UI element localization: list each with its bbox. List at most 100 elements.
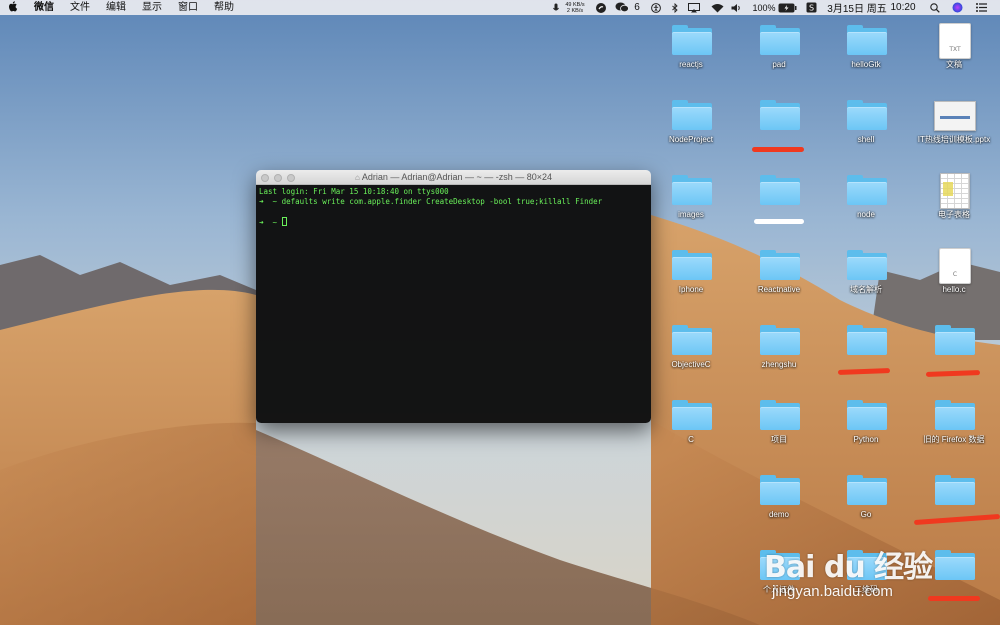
desktop-item-label: ObjectiveC — [671, 360, 711, 369]
desktop-item-folder[interactable] — [823, 321, 909, 387]
menu-help[interactable]: 帮助 — [206, 0, 242, 15]
desktop-item-label: NodeProject — [668, 135, 714, 144]
bluetooth-icon[interactable] — [670, 2, 679, 13]
folder-icon — [760, 100, 800, 130]
screen-mirror-icon[interactable] — [688, 2, 700, 13]
menu-edit[interactable]: 编辑 — [98, 0, 134, 15]
desktop-item-label: Reactnative — [757, 285, 801, 294]
menu-app-name[interactable]: 微信 — [26, 0, 62, 15]
desktop-item-folder[interactable]: node — [823, 171, 909, 237]
desktop-item-label: Python — [853, 435, 879, 444]
desktop-item-folder[interactable]: 项目 — [736, 396, 822, 462]
folder-icon — [760, 400, 800, 430]
desktop-item-label: 项目 — [771, 435, 787, 444]
menubar-time[interactable]: 10:20 — [888, 2, 918, 13]
folder-icon — [672, 250, 712, 280]
desktop-item-folder[interactable] — [736, 171, 822, 237]
desktop-item-folder[interactable] — [736, 96, 822, 162]
c-source-file-icon: C — [939, 248, 971, 284]
pptx-file-icon — [934, 101, 976, 131]
desktop-item-xls[interactable]: 电子表格 — [911, 171, 997, 237]
folder-icon — [760, 475, 800, 505]
shazam-icon[interactable] — [595, 2, 606, 13]
watermark-url: jingyan.baidu.com — [772, 583, 893, 600]
terminal-title-text: Adrian — Adrian@Adrian — ~ — -zsh — 80×2… — [361, 172, 553, 182]
mic-icon[interactable] — [552, 2, 560, 13]
desktop-item-label: images — [678, 210, 704, 219]
terminal-content[interactable]: Last login: Fri Mar 15 10:18:40 on ttys0… — [256, 185, 651, 423]
desktop-item-pptx[interactable]: IT热线培训模板.pptx — [911, 96, 997, 162]
desktop-item-folder[interactable]: reactjs — [648, 21, 734, 87]
spotlight-search-icon[interactable] — [929, 2, 940, 13]
folder-icon — [847, 25, 887, 55]
desktop-item-label: Iphone — [678, 285, 704, 294]
folder-icon — [847, 175, 887, 205]
accessibility-icon[interactable] — [650, 2, 661, 13]
text-file-icon: TXT — [939, 23, 971, 59]
menu-window[interactable]: 窗口 — [170, 0, 206, 15]
desktop-item-folder[interactable]: images — [648, 171, 734, 237]
desktop-item-label: node — [857, 210, 875, 219]
folder-icon — [672, 175, 712, 205]
spreadsheet-file-icon — [940, 173, 970, 209]
folder-icon — [672, 400, 712, 430]
network-speed: 49 KB/s 2 KB/s — [561, 0, 589, 15]
desktop-item-label: 域名解析 — [850, 285, 882, 294]
desktop-item-folder[interactable]: helloGtk — [823, 21, 909, 87]
desktop-item-txt[interactable]: TXT 文稿 — [911, 21, 997, 87]
desktop-item-label: IT热线培训模板.pptx — [917, 135, 991, 144]
desktop-item-folder[interactable]: zhengshu — [736, 321, 822, 387]
wechat-badge: 6 — [634, 2, 640, 13]
desktop-item-folder[interactable] — [911, 321, 997, 387]
desktop-item-folder[interactable]: ObjectiveC — [648, 321, 734, 387]
menubar-date[interactable]: 3月15日 周五 — [826, 2, 888, 15]
folder-icon — [760, 250, 800, 280]
desktop-item-folder[interactable]: NodeProject — [648, 96, 734, 162]
desktop-item-label: pad — [772, 60, 786, 69]
wechat-icon[interactable] — [614, 2, 630, 13]
folder-icon — [847, 325, 887, 355]
desktop-item-label: shell — [857, 135, 875, 144]
folder-icon — [935, 325, 975, 355]
notification-center-icon[interactable] — [975, 2, 987, 13]
input-method-icon[interactable]: S — [805, 2, 817, 13]
desktop-item-folder[interactable]: 旧的 Firefox 数据 — [911, 396, 997, 462]
desktop-item-folder[interactable]: Reactnative — [736, 246, 822, 312]
folder-icon — [760, 25, 800, 55]
apple-logo-icon[interactable] — [0, 0, 26, 15]
desktop-item-folder[interactable]: shell — [823, 96, 909, 162]
folder-icon — [847, 250, 887, 280]
folder-icon — [847, 100, 887, 130]
network-download-speed: 2 KB/s — [566, 7, 584, 14]
wifi-icon[interactable] — [710, 2, 724, 13]
menu-file[interactable]: 文件 — [62, 0, 98, 15]
desktop-item-folder[interactable]: Go — [823, 471, 909, 537]
battery-icon[interactable] — [777, 2, 797, 13]
menu-view[interactable]: 显示 — [134, 0, 170, 15]
desktop-item-c[interactable]: Chello.c — [911, 246, 997, 312]
folder-icon — [935, 475, 975, 505]
desktop-item-folder[interactable]: 域名解析 — [823, 246, 909, 312]
desktop-item-label: zhengshu — [761, 360, 797, 369]
siri-icon[interactable] — [951, 2, 963, 13]
terminal-prompt: ➜ ~ — [259, 218, 282, 227]
desktop-item-label: reactjs — [679, 60, 703, 69]
terminal-cursor — [281, 217, 287, 226]
terminal-window[interactable]: ⌂ Adrian — Adrian@Adrian — ~ — -zsh — 80… — [256, 170, 651, 423]
desktop-item-folder[interactable]: C — [648, 396, 734, 462]
desktop-item-folder[interactable]: pad — [736, 21, 822, 87]
desktop-item-folder[interactable]: demo — [736, 471, 822, 537]
desktop-item-folder[interactable]: Python — [823, 396, 909, 462]
terminal-titlebar[interactable]: ⌂ Adrian — Adrian@Adrian — ~ — -zsh — 80… — [256, 170, 651, 185]
desktop-item-folder[interactable] — [911, 471, 997, 537]
folder-icon — [672, 100, 712, 130]
volume-icon[interactable] — [731, 2, 743, 13]
folder-icon — [847, 400, 887, 430]
desktop-item-folder[interactable]: Iphone — [648, 246, 734, 312]
folder-icon — [935, 400, 975, 430]
desktop-item-label: hello.c — [942, 285, 966, 294]
svg-text:S: S — [808, 4, 813, 13]
red-scribble — [752, 147, 804, 152]
terminal-title: ⌂ Adrian — Adrian@Adrian — ~ — -zsh — 80… — [256, 170, 651, 185]
baidu-jingyan-watermark: Bai du 经验 jingyan.baidu.com — [764, 542, 964, 606]
